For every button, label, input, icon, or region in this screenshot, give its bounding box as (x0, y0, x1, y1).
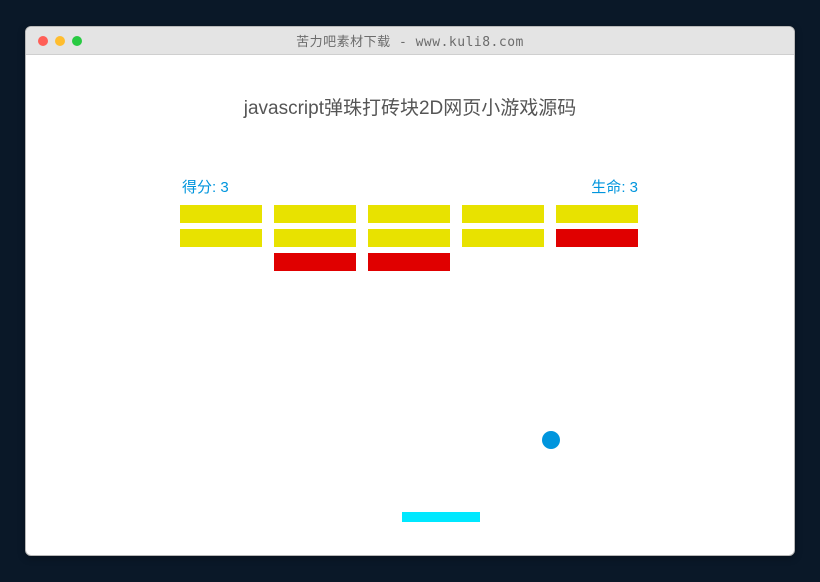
brick (368, 253, 450, 271)
lives-value: 3 (630, 179, 638, 196)
maximize-icon[interactable] (72, 36, 82, 46)
brick-grid (180, 205, 640, 271)
brick (274, 229, 356, 247)
ball (542, 431, 560, 449)
score-label: 得分 (182, 179, 212, 196)
page-title: javascript弹珠打砖块2D网页小游戏源码 (26, 55, 794, 120)
window-title: 苦力吧素材下载 - www.kuli8.com (26, 31, 794, 50)
brick (274, 253, 356, 271)
brick (556, 229, 638, 247)
brick (368, 229, 450, 247)
paddle[interactable] (402, 512, 480, 522)
brick (180, 205, 262, 223)
brick (274, 205, 356, 223)
score-value: 3 (220, 179, 228, 196)
brick-row (180, 229, 640, 247)
brick (368, 205, 450, 223)
brick-row (180, 253, 640, 271)
lives-display: 生命: 3 (591, 176, 638, 197)
brick-empty (180, 253, 262, 271)
game-canvas[interactable]: 得分: 3 生命: 3 (180, 176, 640, 526)
lives-label: 生命 (591, 179, 621, 196)
content-area: javascript弹珠打砖块2D网页小游戏源码 得分: 3 生命: 3 (26, 55, 794, 555)
brick (556, 205, 638, 223)
close-icon[interactable] (38, 36, 48, 46)
brick-empty (462, 253, 544, 271)
app-window: 苦力吧素材下载 - www.kuli8.com javascript弹珠打砖块2… (25, 26, 795, 556)
brick (462, 229, 544, 247)
brick (180, 229, 262, 247)
brick (462, 205, 544, 223)
brick-empty (556, 253, 638, 271)
traffic-lights (26, 36, 82, 46)
hud: 得分: 3 生命: 3 (180, 176, 640, 197)
titlebar: 苦力吧素材下载 - www.kuli8.com (26, 27, 794, 55)
score-display: 得分: 3 (182, 176, 229, 197)
brick-row (180, 205, 640, 223)
minimize-icon[interactable] (55, 36, 65, 46)
